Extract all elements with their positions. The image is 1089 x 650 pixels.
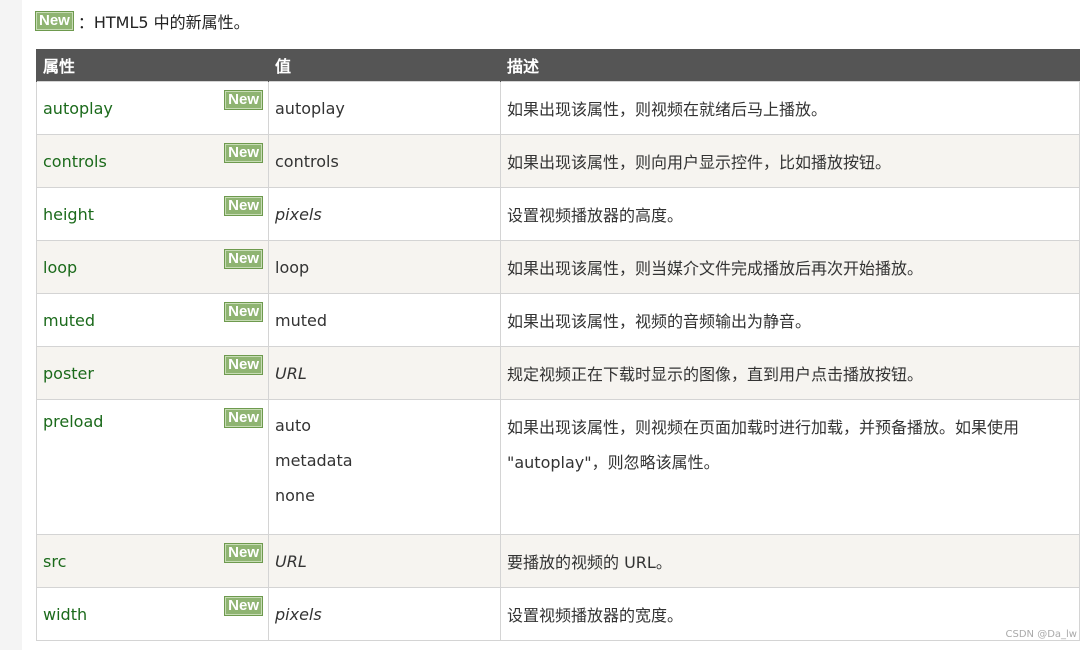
attribute-name: width: [43, 604, 88, 624]
attribute-name: src: [43, 551, 67, 571]
value-cell: pixels: [268, 187, 501, 241]
attribute-cell: height New: [36, 187, 269, 241]
attribute-name: autoplay: [43, 98, 113, 118]
description-cell: 如果出现该属性，则视频在就绪后马上播放。: [500, 81, 1080, 135]
value-cell: URL: [268, 534, 501, 588]
description-cell: 如果出现该属性，则向用户显示控件，比如播放按钮。: [500, 134, 1080, 188]
description-cell: 如果出现该属性，则当媒介文件完成播放后再次开始播放。: [500, 240, 1080, 294]
attribute-value: autoplay: [275, 98, 345, 118]
new-badge: New: [224, 302, 263, 322]
legend-text: ：HTML5 中的新属性。: [77, 13, 250, 32]
value-cell: controls: [268, 134, 501, 188]
attribute-cell: preload New: [36, 399, 269, 535]
header-description: 描述: [500, 49, 1080, 82]
value-cell: auto metadata none: [268, 399, 501, 535]
table-row: controls New controls 如果出现该属性，则向用户显示控件，比如播放…: [36, 134, 1080, 188]
attribute-cell: src New: [36, 534, 269, 588]
attribute-name: poster: [43, 363, 94, 383]
table-row: poster New URL 规定视频正在下载时显示的图像，直到用户点击播放按钮。: [36, 346, 1080, 400]
new-badge: New: [224, 196, 263, 216]
attribute-value: metadata: [275, 451, 353, 470]
left-gutter: [0, 0, 22, 650]
header-attribute: 属性: [36, 49, 269, 82]
description-cell: 设置视频播放器的宽度。: [500, 587, 1080, 641]
attribute-value: pixels: [275, 204, 322, 224]
description-cell: 如果出现该属性，则视频在页面加载时进行加载，并预备播放。如果使用 "autopl…: [500, 399, 1080, 535]
legend: New ：HTML5 中的新属性。: [35, 8, 250, 34]
value-cell: muted: [268, 293, 501, 347]
watermark: CSDN @Da_lw: [1005, 629, 1077, 640]
attribute-name: height: [43, 204, 94, 224]
table-row: autoplay New autoplay 如果出现该属性，则视频在就绪后马上播放。: [36, 81, 1080, 135]
attribute-value: pixels: [275, 604, 322, 624]
description-cell: 要播放的视频的 URL。: [500, 534, 1080, 588]
attributes-table: 属性 值 描述 autoplay New autoplay 如果出现该属性，则视频在就…: [36, 49, 1080, 641]
description-cell: 如果出现该属性，视频的音频输出为静音。: [500, 293, 1080, 347]
attribute-value: URL: [275, 363, 307, 383]
table-row: muted New muted 如果出现该属性，视频的音频输出为静音。: [36, 293, 1080, 347]
attribute-cell: width New: [36, 587, 269, 641]
description-cell: 规定视频正在下载时显示的图像，直到用户点击播放按钮。: [500, 346, 1080, 400]
value-cell: loop: [268, 240, 501, 294]
new-badge: New: [224, 249, 263, 269]
attribute-name: muted: [43, 310, 95, 330]
description-cell: 设置视频播放器的高度。: [500, 187, 1080, 241]
table-row: preload New auto metadata none 如果出现该属性，则视频在页面…: [36, 399, 1080, 535]
table-row: height New pixels 设置视频播放器的高度。: [36, 187, 1080, 241]
attribute-value: loop: [275, 257, 310, 277]
new-badge: New: [35, 11, 74, 31]
attribute-name: preload: [43, 412, 104, 431]
value-cell: autoplay: [268, 81, 501, 135]
attribute-cell: loop New: [36, 240, 269, 294]
new-badge: New: [224, 408, 263, 428]
table-row: loop New loop 如果出现该属性，则当媒介文件完成播放后再次开始播放。: [36, 240, 1080, 294]
attribute-cell: controls New: [36, 134, 269, 188]
new-badge: New: [224, 596, 263, 616]
header-value: 值: [268, 49, 501, 82]
attribute-name: controls: [43, 151, 107, 171]
attribute-value: muted: [275, 310, 327, 330]
attribute-cell: poster New: [36, 346, 269, 400]
new-badge: New: [224, 355, 263, 375]
table-header-row: 属性 值 描述: [36, 49, 1080, 82]
new-badge: New: [224, 143, 263, 163]
attribute-name: loop: [43, 257, 78, 277]
table-row: width New pixels 设置视频播放器的宽度。: [36, 587, 1080, 641]
value-cell: URL: [268, 346, 501, 400]
attribute-cell: muted New: [36, 293, 269, 347]
new-badge: New: [224, 90, 263, 110]
attribute-value: none: [275, 486, 315, 505]
attribute-value: auto: [275, 416, 312, 435]
new-badge: New: [224, 543, 263, 563]
table-row: src New URL 要播放的视频的 URL。: [36, 534, 1080, 588]
value-cell: pixels: [268, 587, 501, 641]
attribute-value: controls: [275, 151, 339, 171]
attribute-cell: autoplay New: [36, 81, 269, 135]
attribute-value: URL: [275, 551, 307, 571]
